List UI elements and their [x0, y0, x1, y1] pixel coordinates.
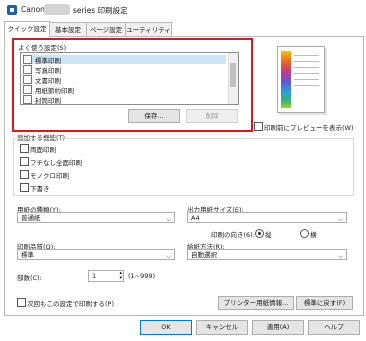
model-name-redacted [44, 4, 70, 15]
portrait-label: 縦 [265, 231, 272, 239]
list-item[interactable]: 写真印刷 [23, 65, 61, 75]
chevron-down-icon: ⌵ [338, 216, 343, 223]
window-title-prefix: Canon [21, 5, 45, 14]
paper-saving-icon [23, 85, 32, 94]
paper-source-select[interactable]: 自動選択 ⌵ [187, 249, 347, 260]
chevron-down-icon: ⌵ [166, 216, 171, 223]
always-print-checkbox[interactable] [17, 298, 26, 307]
list-scrollbar[interactable] [228, 53, 238, 104]
window-title-suffix: series 印刷設定 [73, 6, 128, 15]
help-button[interactable]: ヘルプ [308, 320, 360, 335]
portrait-radio[interactable] [255, 229, 264, 238]
list-item[interactable]: 用紙節約印刷 [23, 85, 74, 95]
chevron-down-icon: ⌵ [166, 253, 171, 260]
tab-maintenance[interactable]: ユーティリティ [125, 22, 172, 37]
always-print-label: 次回もこの設定で印刷する(P) [27, 300, 114, 308]
apply-button[interactable]: 適用(A) [252, 320, 304, 335]
list-item[interactable]: 文書印刷 [23, 75, 61, 85]
printer-icon [7, 5, 17, 15]
document-icon [23, 55, 32, 64]
document-icon [23, 75, 32, 84]
paper-preview [267, 42, 339, 116]
copies-label: 部数(C): [17, 274, 42, 282]
defaults-button[interactable]: 標準に戻す(F) [296, 296, 353, 310]
paper-size-select[interactable]: A4 ⌵ [187, 212, 347, 223]
grayscale-label: モノクロ印刷 [30, 172, 69, 180]
draft-checkbox[interactable] [20, 183, 29, 192]
list-item[interactable]: 標準印刷 [23, 55, 226, 65]
photo-icon [23, 65, 32, 74]
copies-stepper[interactable]: 1 ▴ ▾ [88, 270, 124, 282]
duplex-checkbox[interactable] [20, 144, 29, 153]
preview-checkbox-label: 印刷前にプレビューを表示(W) [264, 124, 354, 132]
grayscale-checkbox[interactable] [20, 170, 29, 179]
tab-page-setup[interactable]: ページ設定 [86, 22, 126, 37]
landscape-radio[interactable] [300, 229, 309, 238]
duplex-label: 両面印刷 [30, 146, 56, 154]
scroll-thumb[interactable] [230, 63, 236, 87]
cancel-button[interactable]: キャンセル [196, 320, 248, 335]
landscape-label: 横 [310, 231, 317, 239]
paper-icon [277, 46, 325, 113]
preview-checkbox[interactable] [254, 122, 263, 131]
envelope-icon [23, 95, 32, 104]
title-bar: Canon series 印刷設定 [0, 0, 366, 20]
borderless-label: フチなし全面印刷 [30, 159, 82, 167]
borderless-checkbox[interactable] [20, 157, 29, 166]
spin-up-down-icon[interactable]: ▴ ▾ [119, 271, 122, 281]
favorites-list[interactable]: 標準印刷 写真印刷 文書印刷 用紙節約印刷 封筒印刷 [20, 52, 239, 105]
draft-label: 下書き [30, 185, 50, 193]
print-quality-select[interactable]: 標準 ⌵ [17, 249, 175, 260]
media-type-select[interactable]: 普通紙 ⌵ [17, 212, 175, 223]
tab-quick-setup[interactable]: クイック設定 [4, 21, 50, 37]
tab-main[interactable]: 基本設定 [49, 22, 87, 37]
save-button[interactable]: 保存... [128, 109, 180, 123]
printer-paper-info-button[interactable]: プリンター用紙情報... [218, 296, 294, 310]
additional-features-group [13, 138, 354, 196]
copies-range: (1~999) [128, 272, 156, 280]
sample-image [281, 51, 291, 108]
favorites-label: よく使う設定(S) [18, 44, 67, 52]
orientation-label: 印刷の向き(6): [211, 231, 255, 239]
list-item[interactable]: 封筒印刷 [23, 95, 61, 104]
delete-button[interactable]: 削除 [186, 109, 238, 123]
chevron-down-icon: ⌵ [338, 253, 343, 260]
ok-button[interactable]: OK [140, 320, 192, 335]
